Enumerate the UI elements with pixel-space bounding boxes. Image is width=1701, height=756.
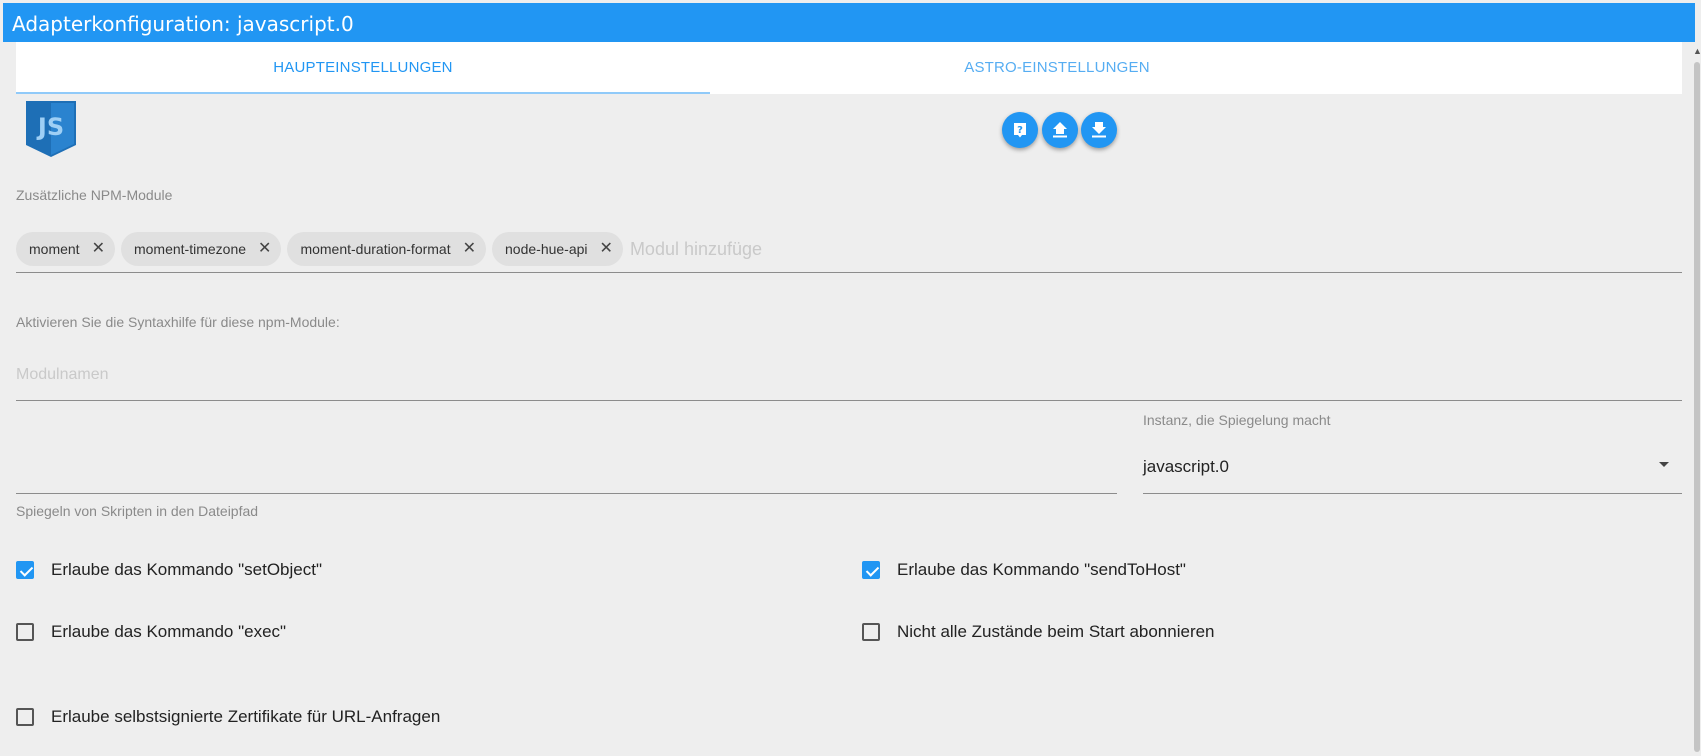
chip-moment-duration-format[interactable]: moment-duration-format ✕ bbox=[287, 232, 487, 266]
checkbox-checked-icon[interactable] bbox=[16, 561, 34, 579]
window-title-bar: Adapterkonfiguration: javascript.0 bbox=[3, 3, 1695, 42]
chip-label: moment-timezone bbox=[133, 241, 247, 257]
upload-icon bbox=[1053, 122, 1067, 138]
checkbox-unchecked-icon[interactable] bbox=[16, 623, 34, 641]
chip-remove-icon[interactable]: ✕ bbox=[600, 241, 613, 257]
mirror-path-helper: Spiegeln von Skripten in den Dateipfad bbox=[16, 503, 259, 519]
checkbox-label: Erlaube das Kommando "setObject" bbox=[51, 560, 322, 579]
tab-bar: HAUPTEINSTELLUNGEN ASTRO-EINSTELLUNGEN bbox=[16, 42, 1682, 94]
checkbox-sendtohost[interactable]: Erlaube das Kommando "sendToHost" bbox=[862, 560, 1186, 580]
checkbox-label: Erlaube das Kommando "exec" bbox=[51, 622, 287, 641]
npm-modules-underline bbox=[16, 272, 1682, 273]
checkbox-unchecked-icon[interactable] bbox=[16, 708, 34, 726]
help-icon: ? bbox=[1014, 123, 1026, 138]
download-icon bbox=[1092, 122, 1106, 138]
chip-remove-icon[interactable]: ✕ bbox=[258, 241, 271, 257]
svg-text:?: ? bbox=[1017, 125, 1023, 136]
checkbox-self-signed-certs[interactable]: Erlaube selbstsignierte Zertifikate für … bbox=[16, 707, 440, 727]
mirror-instance-label: Instanz, die Spiegelung macht bbox=[1143, 412, 1331, 428]
scrollbar-thumb[interactable] bbox=[1694, 62, 1700, 752]
tab-astro-einstellungen[interactable]: ASTRO-EINSTELLUNGEN bbox=[710, 42, 1404, 94]
chip-label: node-hue-api bbox=[505, 241, 588, 257]
window-title: Adapterkonfiguration: javascript.0 bbox=[12, 12, 354, 36]
help-button[interactable]: ? bbox=[1002, 112, 1038, 148]
add-module-input[interactable]: Modul hinzufüge bbox=[630, 239, 762, 260]
javascript-logo: JS bbox=[26, 101, 76, 157]
dropdown-arrow-icon[interactable] bbox=[1659, 462, 1669, 467]
upload-button[interactable] bbox=[1042, 112, 1078, 148]
module-names-input[interactable]: Modulnamen bbox=[16, 366, 109, 384]
checkbox-checked-icon[interactable] bbox=[862, 561, 880, 579]
chip-moment-timezone[interactable]: moment-timezone ✕ bbox=[120, 232, 282, 266]
scroll-up-arrow-icon[interactable]: ▲ bbox=[1693, 46, 1701, 56]
logo-text: JS bbox=[36, 113, 64, 141]
chip-remove-icon[interactable]: ✕ bbox=[92, 241, 105, 257]
checkbox-unchecked-icon[interactable] bbox=[862, 623, 880, 641]
chip-node-hue-api[interactable]: node-hue-api ✕ bbox=[492, 232, 623, 266]
mirror-instance-select[interactable]: javascript.0 bbox=[1143, 457, 1229, 477]
checkbox-label: Nicht alle Zustände beim Start abonniere… bbox=[897, 622, 1215, 641]
chip-label: moment bbox=[29, 241, 80, 257]
module-names-underline bbox=[16, 400, 1682, 401]
npm-modules-label: Zusätzliche NPM-Module bbox=[16, 187, 173, 203]
syntax-help-label: Aktivieren Sie die Syntaxhilfe für diese… bbox=[16, 314, 340, 330]
chip-moment[interactable]: moment ✕ bbox=[16, 232, 115, 266]
vertical-scrollbar[interactable]: ▲ bbox=[1693, 42, 1701, 756]
checkbox-exec[interactable]: Erlaube das Kommando "exec" bbox=[16, 622, 286, 642]
checkbox-no-subscribe-all[interactable]: Nicht alle Zustände beim Start abonniere… bbox=[862, 622, 1215, 642]
checkbox-label: Erlaube selbstsignierte Zertifikate für … bbox=[51, 707, 441, 726]
mirror-path-input[interactable] bbox=[16, 493, 1117, 494]
npm-modules-chips: moment ✕ moment-timezone ✕ moment-durati… bbox=[16, 232, 762, 266]
chip-label: moment-duration-format bbox=[300, 241, 451, 257]
checkbox-setobject[interactable]: Erlaube das Kommando "setObject" bbox=[16, 560, 322, 580]
download-button[interactable] bbox=[1081, 112, 1117, 148]
active-tab-indicator bbox=[16, 92, 710, 94]
chip-remove-icon[interactable]: ✕ bbox=[463, 241, 476, 257]
tab-haupteinstellungen[interactable]: HAUPTEINSTELLUNGEN bbox=[16, 42, 710, 94]
checkbox-label: Erlaube das Kommando "sendToHost" bbox=[897, 560, 1186, 579]
mirror-instance-underline bbox=[1143, 493, 1682, 494]
